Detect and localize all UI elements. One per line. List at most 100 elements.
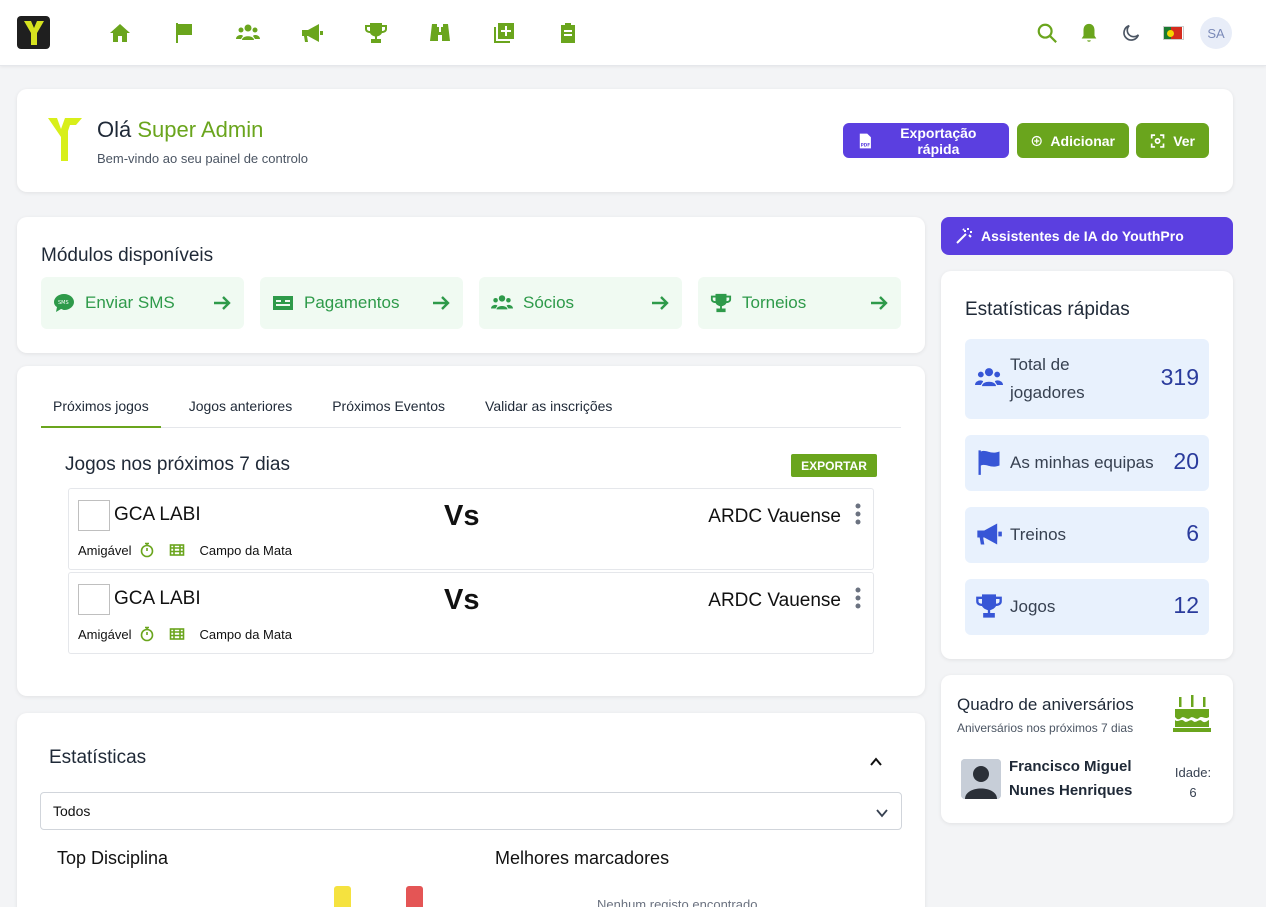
stopwatch-icon [141,626,154,642]
greeting-title: Olá Super Admin [97,117,264,142]
bell-icon[interactable] [1068,16,1110,50]
search-icon[interactable] [1026,16,1068,50]
games-section-title: Jogos nos próximos 7 dias [65,454,290,475]
away-team: ARDC Vauense [708,590,841,611]
svg-text:PDF: PDF [861,142,870,147]
module-tournaments[interactable]: Torneios [698,277,901,329]
arrow-right-icon [869,293,889,313]
person-avatar [961,759,1001,799]
header-actions: SA [1026,16,1232,50]
module-label: Pagamentos [304,293,400,312]
stat-label: Jogos [1010,597,1056,616]
games-card: Próximos jogos Jogos anteriores Próximos… [17,366,925,696]
module-members[interactable]: Sócios [479,277,682,329]
stat-value: 20 [1173,448,1199,474]
home-team: GCA LABI [114,588,201,609]
trophy-icon [975,592,1005,622]
stat-trainings[interactable]: Treinos 6 [965,507,1209,563]
tab-upcoming-events[interactable]: Próximos Eventos [320,390,457,428]
brand-logo-icon [48,118,82,161]
export-games-button[interactable]: EXPORTAR [791,454,877,477]
main-nav [88,18,600,48]
module-payments[interactable]: Pagamentos [260,277,463,329]
megaphone-icon[interactable] [280,18,344,48]
filter-value: Todos [53,803,91,819]
versus-label: Vs [444,500,480,532]
clipboard-icon[interactable] [536,18,600,48]
match-venue: Campo da Mata [199,542,292,558]
app-logo[interactable] [17,16,50,49]
more-options-icon[interactable] [851,587,865,609]
module-label: Sócios [523,293,575,312]
statistics-title: Estatísticas [49,747,147,768]
quick-stats-card: Estatísticas rápidas Total de jogadores … [941,271,1233,659]
welcome-card: Olá Super Admin Bem-vindo ao seu painel … [17,89,1233,192]
add-button[interactable]: Adicionar [1017,123,1129,158]
statistics-filter-select[interactable]: Todos [40,792,902,830]
stat-value: 12 [1173,592,1199,618]
stat-total-players[interactable]: Total de jogadores 319 [965,339,1209,419]
ai-assistants-button[interactable]: Assistentes de IA do YouthPro [941,217,1233,255]
view-button[interactable]: Ver [1136,123,1209,158]
users-icon[interactable] [216,18,280,48]
birthdays-card: Quadro de aniversários Aniversários nos … [941,675,1233,823]
user-avatar[interactable]: SA [1200,17,1232,49]
pdf-file-icon: PDF [859,133,871,148]
home-team: GCA LABI [114,504,201,525]
birthdays-title: Quadro de aniversários [957,695,1134,714]
top-navbar: SA [0,0,1266,66]
home-team-logo [78,584,110,615]
quick-export-button[interactable]: PDF Exportação rápida [843,123,1009,158]
arrow-right-icon [212,293,232,313]
arrow-right-icon [431,293,451,313]
svg-text:SMS: SMS [58,300,69,306]
tab-validate-registrations[interactable]: Validar as inscrições [473,390,624,428]
moon-icon[interactable] [1110,16,1152,50]
modules-card: Módulos disponíveis SMS Enviar SMS Pagam… [17,217,925,353]
match-row[interactable]: GCA LABI Vs ARDC Vauense Amigável Campo … [68,488,874,570]
sms-icon: SMS [53,292,75,314]
top-discipline-title: Top Disciplina [57,848,169,868]
red-card-bar [406,886,423,907]
users-icon [491,292,513,314]
home-icon[interactable] [88,18,152,48]
birthday-person-name[interactable]: Francisco Miguel Nunes Henriques [1009,755,1159,803]
match-venue: Campo da Mata [199,626,292,642]
flag-icon [975,448,1005,478]
tab-past-games[interactable]: Jogos anteriores [177,390,305,428]
stat-label: As minhas equipas [1010,453,1154,472]
module-label: Torneios [742,293,807,312]
match-type: Amigável [78,542,132,558]
age-value: 6 [1189,785,1197,800]
field-icon [170,544,185,556]
match-row[interactable]: GCA LABI Vs ARDC Vauense Amigável Campo … [68,572,874,654]
module-label: Enviar SMS [85,293,175,312]
match-meta: Amigável Campo da Mata [78,542,292,558]
stat-value: 6 [1186,520,1199,546]
chevron-up-icon[interactable] [869,755,883,769]
add-square-icon[interactable] [472,18,536,48]
games-tabs: Próximos jogos Jogos anteriores Próximos… [41,390,901,428]
field-icon [170,628,185,640]
yellow-card-bar [334,886,351,907]
greeting-subtitle: Bem-vindo ao seu painel de controlo [97,151,309,166]
module-sms[interactable]: SMS Enviar SMS [41,277,244,329]
no-records-text: Nenhum registo encontrado [597,897,758,907]
binoculars-icon[interactable] [408,18,472,48]
stat-value: 319 [1160,364,1199,390]
tab-upcoming-games[interactable]: Próximos jogos [41,390,161,428]
megaphone-icon [975,520,1005,550]
modules-title: Módulos disponíveis [41,245,214,266]
home-team-logo [78,500,110,531]
language-flag-icon[interactable] [1152,16,1194,50]
more-options-icon[interactable] [851,503,865,525]
match-type: Amigável [78,626,132,642]
stopwatch-icon [141,542,154,558]
money-icon [272,292,294,314]
stat-my-teams[interactable]: As minhas equipas 20 [965,435,1209,491]
flag-icon[interactable] [152,18,216,48]
trophy-icon[interactable] [344,18,408,48]
stat-games[interactable]: Jogos 12 [965,579,1209,635]
birthday-cake-icon [1173,695,1211,732]
statistics-card: Estatísticas Todos Top Disciplina Melhor… [17,713,925,907]
